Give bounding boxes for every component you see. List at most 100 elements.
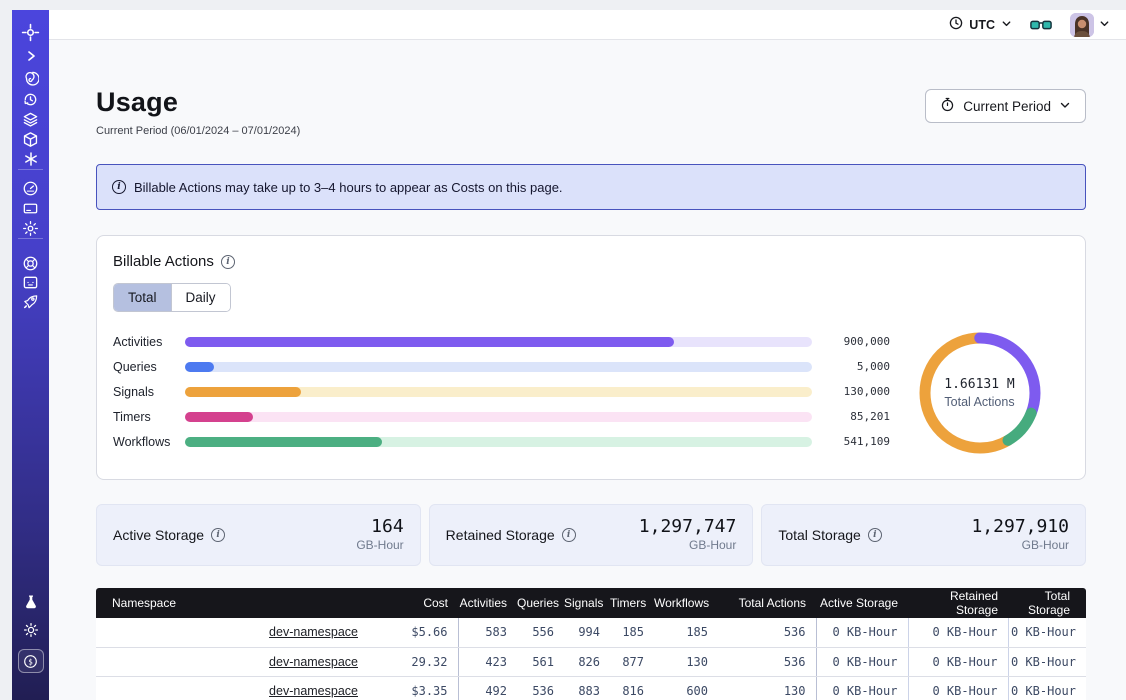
page-subtitle: Current Period (06/01/2024 – 07/01/2024)	[96, 125, 300, 137]
cell-active-storage: 0 KB-Hour	[816, 618, 908, 647]
active-storage-card: Active Storage i 164 GB-Hour	[96, 504, 421, 566]
period-selector-button[interactable]: Current Period	[925, 89, 1086, 123]
cell-workflows: 130	[654, 647, 718, 676]
cell-queries: 556	[517, 618, 564, 647]
bar-value: 85,201	[812, 410, 890, 423]
history-icon[interactable]	[12, 89, 49, 109]
bar-label: Queries	[113, 360, 185, 374]
cell-cost: $3.35	[368, 676, 458, 700]
cell-active-storage: 0 KB-Hour	[816, 647, 908, 676]
info-banner: i Billable Actions may take up to 3–4 ho…	[96, 164, 1086, 210]
sidebar: $	[12, 10, 49, 700]
namespace-usage-table: Namespace Cost Activities Queries Signal…	[96, 588, 1086, 700]
col-header-total-actions: Total Actions	[718, 588, 816, 618]
billable-actions-chart: Activities 900,000 Queries 5,000 Signals…	[113, 329, 1069, 457]
storage-summary-row: Active Storage i 164 GB-Hour Retained St…	[96, 504, 1086, 566]
sidebar-divider	[18, 238, 43, 239]
gauge-icon[interactable]	[12, 178, 49, 198]
storage-card-label: Total Storage	[778, 527, 861, 543]
user-menu[interactable]	[1070, 13, 1110, 37]
stopwatch-icon	[940, 97, 955, 115]
bar-fill	[185, 437, 382, 447]
storage-card-label: Retained Storage	[446, 527, 555, 543]
card-title: Billable Actions	[113, 253, 214, 270]
spiral-icon[interactable]	[12, 68, 49, 88]
tab-total[interactable]: Total	[114, 284, 171, 311]
cell-timers: 185	[610, 618, 654, 647]
timezone-selector[interactable]: UTC	[949, 16, 1012, 33]
topbar: UTC	[49, 10, 1126, 40]
timezone-label: UTC	[969, 18, 995, 32]
tab-daily[interactable]: Daily	[171, 284, 230, 311]
namespace-link[interactable]: dev-namespace	[269, 655, 358, 669]
banner-text: Billable Actions may take up to 3–4 hour…	[134, 180, 563, 195]
rocket-icon[interactable]	[12, 291, 49, 311]
terminal-icon[interactable]	[12, 272, 49, 292]
total-actions-donut: 1.66131 M Total Actions	[916, 329, 1044, 457]
info-icon[interactable]: i	[221, 255, 235, 269]
bar-row: Workflows 541,109	[113, 429, 890, 454]
storage-card-value: 164	[356, 517, 403, 538]
cell-queries: 561	[517, 647, 564, 676]
table-header-row: Namespace Cost Activities Queries Signal…	[96, 588, 1086, 618]
gear-icon[interactable]	[12, 218, 49, 238]
info-icon[interactable]: i	[868, 528, 882, 542]
bar-label: Workflows	[113, 435, 185, 449]
dollar-coin-icon[interactable]: $	[12, 648, 49, 674]
cell-activities: 423	[458, 647, 517, 676]
storage-card-unit: GB-Hour	[356, 539, 403, 553]
bar-fill	[185, 337, 674, 347]
table-row: dev-namespace $3.35 492 536 883 816 600 …	[96, 676, 1086, 700]
glasses-icon[interactable]	[1030, 18, 1052, 32]
namespace-link[interactable]: dev-namespace	[269, 625, 358, 639]
bar-chart: Activities 900,000 Queries 5,000 Signals…	[113, 329, 890, 457]
bar-label: Signals	[113, 385, 185, 399]
sun-icon[interactable]	[12, 620, 49, 640]
donut-total-label: Total Actions	[944, 395, 1014, 409]
cell-total-actions: 536	[718, 647, 816, 676]
table-row: dev-namespace $5.66 583 556 994 185 185 …	[96, 618, 1086, 647]
flask-icon[interactable]	[12, 592, 49, 612]
storage-card-unit: GB-Hour	[971, 539, 1069, 553]
chevron-down-icon	[1001, 18, 1012, 32]
info-icon[interactable]: i	[211, 528, 225, 542]
asterisk-icon[interactable]	[12, 149, 49, 169]
lifebuoy-icon[interactable]	[12, 253, 49, 273]
info-icon[interactable]: i	[562, 528, 576, 542]
bar-row: Signals 130,000	[113, 379, 890, 404]
view-tabs: Total Daily	[113, 283, 231, 312]
billable-actions-card: Billable Actions i Total Daily Activitie…	[96, 235, 1086, 480]
cell-retained-storage: 0 KB-Hour	[908, 676, 1008, 700]
storage-card-label: Active Storage	[113, 527, 204, 543]
bar-value: 900,000	[812, 335, 890, 348]
layers-icon[interactable]	[12, 109, 49, 129]
donut-total-value: 1.66131 M	[944, 377, 1014, 392]
cell-cost: 29.32	[368, 647, 458, 676]
cell-signals: 826	[564, 647, 610, 676]
cube-icon[interactable]	[12, 129, 49, 149]
bar-fill	[185, 412, 253, 422]
cell-workflows: 185	[654, 618, 718, 647]
bar-value: 130,000	[812, 385, 890, 398]
total-storage-card: Total Storage i 1,297,910 GB-Hour	[761, 504, 1086, 566]
cell-total-storage: 0 KB-Hour	[1008, 676, 1086, 700]
temporal-logo-icon[interactable]	[12, 22, 49, 42]
col-header-activities: Activities	[458, 588, 517, 618]
cell-retained-storage: 0 KB-Hour	[908, 647, 1008, 676]
credit-card-icon[interactable]	[12, 198, 49, 218]
bar-track	[185, 412, 812, 422]
bar-track	[185, 437, 812, 447]
donut-area: 1.66131 M Total Actions	[890, 329, 1069, 457]
period-button-label: Current Period	[963, 99, 1051, 114]
cell-retained-storage: 0 KB-Hour	[908, 618, 1008, 647]
cell-queries: 536	[517, 676, 564, 700]
bar-fill	[185, 362, 214, 372]
col-header-retained-storage: Retained Storage	[908, 588, 1008, 618]
col-header-queries: Queries	[517, 588, 564, 618]
cell-activities: 492	[458, 676, 517, 700]
cell-cost: $5.66	[368, 618, 458, 647]
chevron-right-icon[interactable]	[12, 46, 49, 66]
svg-text:$: $	[28, 657, 33, 666]
namespace-link[interactable]: dev-namespace	[269, 684, 358, 698]
clock-icon	[949, 16, 963, 33]
